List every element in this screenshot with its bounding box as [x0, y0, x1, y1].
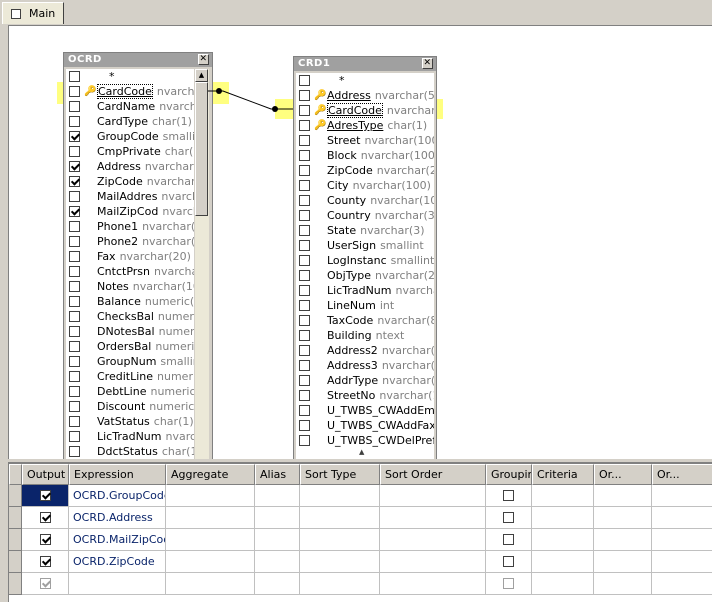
cell-aggregate[interactable]: [166, 485, 255, 507]
cell-expression[interactable]: OCRD.GroupCode: [69, 485, 166, 507]
cell-or-2[interactable]: [652, 507, 712, 529]
cell-sort-type[interactable]: [300, 485, 380, 507]
cell-or-1[interactable]: [594, 529, 652, 551]
output-checkbox[interactable]: [40, 578, 51, 589]
row-selector[interactable]: [9, 529, 22, 551]
cell-or-1[interactable]: [594, 507, 652, 529]
cell-expression[interactable]: OCRD.ZipCode: [69, 551, 166, 573]
cell-criteria[interactable]: [532, 573, 594, 595]
cell-aggregate[interactable]: [166, 573, 255, 595]
cell-grouping[interactable]: [486, 507, 532, 529]
grouping-checkbox[interactable]: [503, 578, 514, 589]
cell-or-1[interactable]: [594, 573, 652, 595]
cell-aggregate[interactable]: [166, 507, 255, 529]
cell-output[interactable]: [22, 551, 69, 573]
cell-sort-type[interactable]: [300, 551, 380, 573]
cell-output[interactable]: [22, 573, 69, 595]
header-output[interactable]: Output: [22, 464, 69, 485]
cell-sort-order[interactable]: [380, 485, 486, 507]
cell-sort-order[interactable]: [380, 529, 486, 551]
tab-strip: Main: [0, 0, 712, 24]
cell-or-2[interactable]: [652, 529, 712, 551]
criteria-grid[interactable]: Output Expression Aggregate Alias Sort Type S…: [8, 462, 712, 602]
header-or-2[interactable]: Or...: [652, 464, 712, 485]
cell-or-2[interactable]: [652, 573, 712, 595]
cell-alias[interactable]: [255, 573, 300, 595]
cell-aggregate[interactable]: [166, 529, 255, 551]
row-selector[interactable]: [9, 573, 22, 595]
grid-header: Output Expression Aggregate Alias Sort Type S…: [9, 464, 712, 485]
cell-criteria[interactable]: [532, 551, 594, 573]
header-expression[interactable]: Expression: [69, 464, 166, 485]
cell-expression[interactable]: [69, 573, 166, 595]
row-selector[interactable]: [9, 507, 22, 529]
join-line[interactable]: [9, 26, 712, 459]
header-aggregate[interactable]: Aggregate: [166, 464, 255, 485]
tab-main[interactable]: Main: [2, 2, 64, 24]
cell-alias[interactable]: [255, 529, 300, 551]
cell-output[interactable]: [22, 507, 69, 529]
diagram-pane[interactable]: OCRD ✕ *🔑CardCodenvarcharCardNamenvarcha…: [8, 25, 712, 459]
cell-sort-order[interactable]: [380, 551, 486, 573]
cell-or-2[interactable]: [652, 551, 712, 573]
grid-corner: [9, 464, 22, 485]
cell-alias[interactable]: [255, 485, 300, 507]
output-checkbox[interactable]: [40, 556, 51, 567]
cell-expression[interactable]: OCRD.MailZipCod: [69, 529, 166, 551]
cell-alias[interactable]: [255, 507, 300, 529]
header-sort-order[interactable]: Sort Order: [380, 464, 486, 485]
grid-row[interactable]: OCRD.GroupCode: [9, 485, 712, 507]
cell-grouping[interactable]: [486, 551, 532, 573]
query-designer-window: Main OCRD ✕ *🔑CardCodenvarcharCardNamenv…: [0, 0, 712, 602]
cell-sort-order[interactable]: [380, 573, 486, 595]
row-selector[interactable]: [9, 551, 22, 573]
cell-expression[interactable]: OCRD.Address: [69, 507, 166, 529]
cell-or-2[interactable]: [652, 485, 712, 507]
cell-or-1[interactable]: [594, 551, 652, 573]
cell-output[interactable]: [22, 485, 69, 507]
header-grouping[interactable]: Grouping: [486, 464, 532, 485]
cell-grouping[interactable]: [486, 529, 532, 551]
cell-or-1[interactable]: [594, 485, 652, 507]
cell-sort-order[interactable]: [380, 507, 486, 529]
grid-row[interactable]: [9, 573, 712, 595]
tab-main-label: Main: [29, 7, 56, 20]
output-checkbox[interactable]: [40, 534, 51, 545]
cell-output[interactable]: [22, 529, 69, 551]
row-selector[interactable]: [9, 485, 22, 507]
grouping-checkbox[interactable]: [503, 490, 514, 501]
cell-sort-type[interactable]: [300, 529, 380, 551]
cell-grouping[interactable]: [486, 485, 532, 507]
header-alias[interactable]: Alias: [255, 464, 300, 485]
cell-criteria[interactable]: [532, 507, 594, 529]
cell-sort-type[interactable]: [300, 573, 380, 595]
grid-row[interactable]: OCRD.ZipCode: [9, 551, 712, 573]
output-checkbox[interactable]: [40, 512, 51, 523]
cell-grouping[interactable]: [486, 573, 532, 595]
header-or-1[interactable]: Or...: [594, 464, 652, 485]
grid-row[interactable]: OCRD.Address: [9, 507, 712, 529]
grouping-checkbox[interactable]: [503, 556, 514, 567]
header-sort-type[interactable]: Sort Type: [300, 464, 380, 485]
cell-sort-type[interactable]: [300, 507, 380, 529]
cell-aggregate[interactable]: [166, 551, 255, 573]
header-criteria[interactable]: Criteria: [532, 464, 594, 485]
tab-icon: [11, 8, 21, 19]
output-checkbox[interactable]: [40, 490, 51, 501]
cell-criteria[interactable]: [532, 529, 594, 551]
grid-row[interactable]: OCRD.MailZipCod: [9, 529, 712, 551]
grouping-checkbox[interactable]: [503, 534, 514, 545]
cell-alias[interactable]: [255, 551, 300, 573]
grouping-checkbox[interactable]: [503, 512, 514, 523]
cell-criteria[interactable]: [532, 485, 594, 507]
